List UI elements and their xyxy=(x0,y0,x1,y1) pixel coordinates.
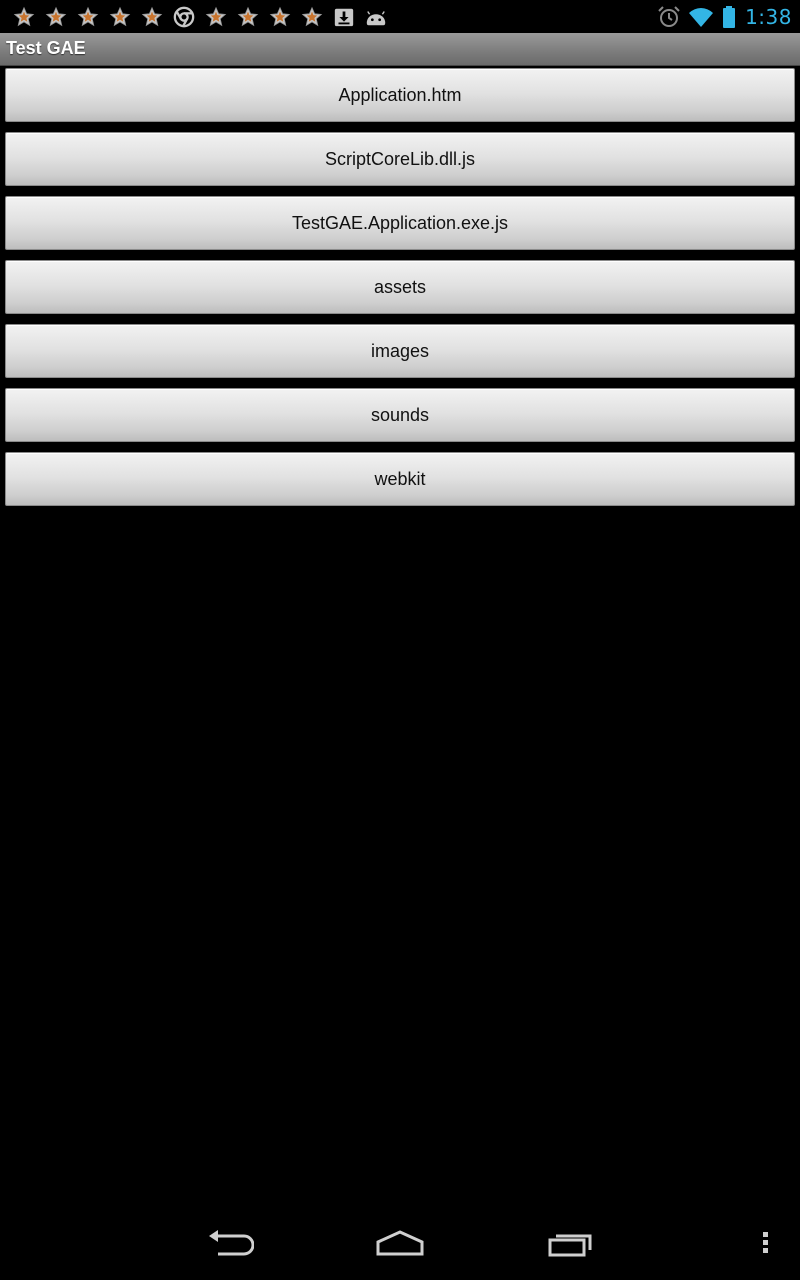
folder-button-webkit[interactable]: webkit xyxy=(5,452,795,506)
android-icon xyxy=(362,3,390,31)
star-icon xyxy=(266,3,294,31)
recent-apps-button[interactable] xyxy=(531,1222,611,1268)
file-list: Application.htm ScriptCoreLib.dll.js Tes… xyxy=(5,68,795,516)
star-icon xyxy=(42,3,70,31)
wifi-icon xyxy=(687,5,715,29)
home-button[interactable] xyxy=(360,1222,440,1268)
home-icon xyxy=(374,1228,426,1263)
status-indicators: 1:38 xyxy=(651,3,792,31)
star-icon xyxy=(74,3,102,31)
folder-button-sounds[interactable]: sounds xyxy=(5,388,795,442)
star-icon xyxy=(106,3,134,31)
android-screen: 1:38 Test GAE Application.htm ScriptCore… xyxy=(0,0,800,1280)
overflow-menu-button[interactable] xyxy=(745,1222,785,1268)
navigation-bar xyxy=(0,1210,800,1280)
download-icon xyxy=(330,3,358,31)
recent-apps-icon xyxy=(547,1228,595,1263)
alarm-icon xyxy=(657,5,681,29)
file-button-testgae-application-exe-js[interactable]: TestGAE.Application.exe.js xyxy=(5,196,795,250)
star-icon xyxy=(10,3,38,31)
battery-icon xyxy=(721,5,737,29)
chrome-icon xyxy=(170,3,198,31)
file-button-scriptcorelib-dll-js[interactable]: ScriptCoreLib.dll.js xyxy=(5,132,795,186)
star-icon xyxy=(138,3,166,31)
folder-button-images[interactable]: images xyxy=(5,324,795,378)
star-icon xyxy=(298,3,326,31)
folder-button-assets[interactable]: assets xyxy=(5,260,795,314)
file-button-application-htm[interactable]: Application.htm xyxy=(5,68,795,122)
app-title: Test GAE xyxy=(6,38,86,58)
title-bar: Test GAE xyxy=(0,33,800,66)
star-icon xyxy=(234,3,262,31)
star-icon xyxy=(202,3,230,31)
back-button[interactable] xyxy=(190,1222,270,1268)
status-bar: 1:38 xyxy=(0,0,800,33)
status-clock: 1:38 xyxy=(745,5,792,29)
back-icon xyxy=(206,1228,255,1263)
notification-icons xyxy=(10,3,394,31)
overflow-menu-icon xyxy=(760,1230,770,1261)
